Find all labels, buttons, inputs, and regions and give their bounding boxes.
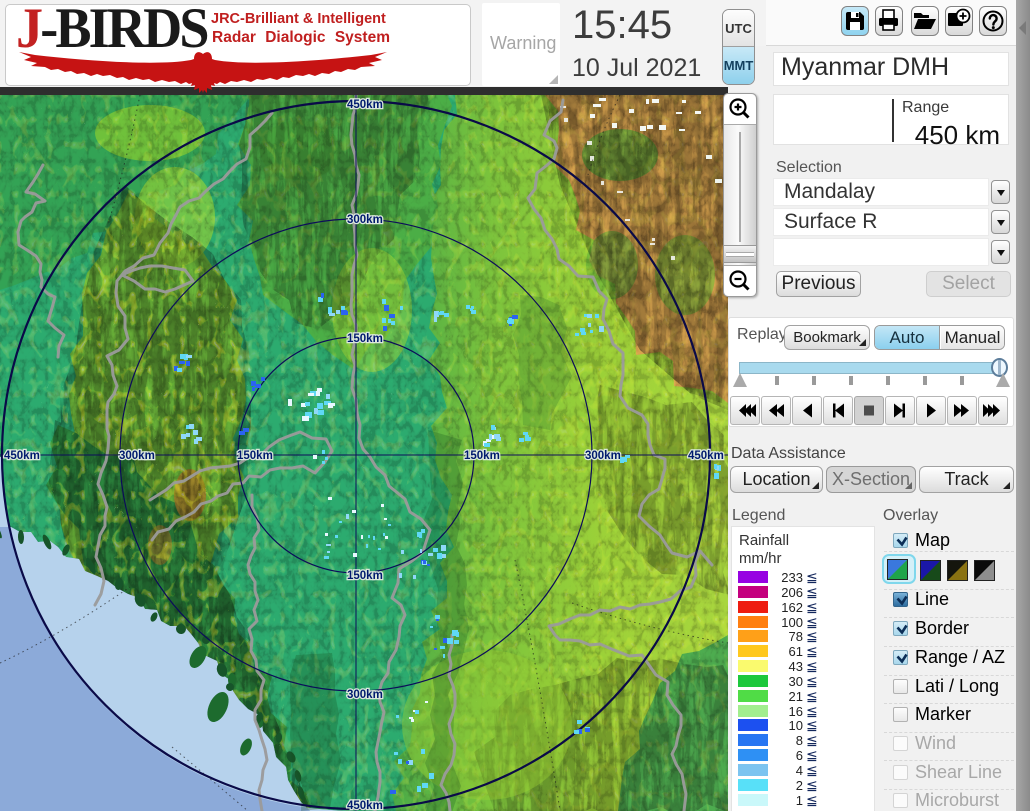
svg-text:150km: 150km (464, 450, 500, 462)
svg-text:450km: 450km (347, 99, 383, 111)
svg-text:450km: 450km (4, 450, 40, 462)
svg-text:300km: 300km (585, 450, 621, 462)
svg-text:450km: 450km (688, 450, 724, 462)
svg-text:150km: 150km (347, 570, 383, 582)
svg-text:300km: 300km (347, 214, 383, 226)
svg-text:300km: 300km (119, 450, 155, 462)
svg-text:150km: 150km (237, 450, 273, 462)
svg-text:150km: 150km (347, 333, 383, 345)
svg-text:450km: 450km (347, 800, 383, 811)
svg-text:300km: 300km (347, 689, 383, 701)
